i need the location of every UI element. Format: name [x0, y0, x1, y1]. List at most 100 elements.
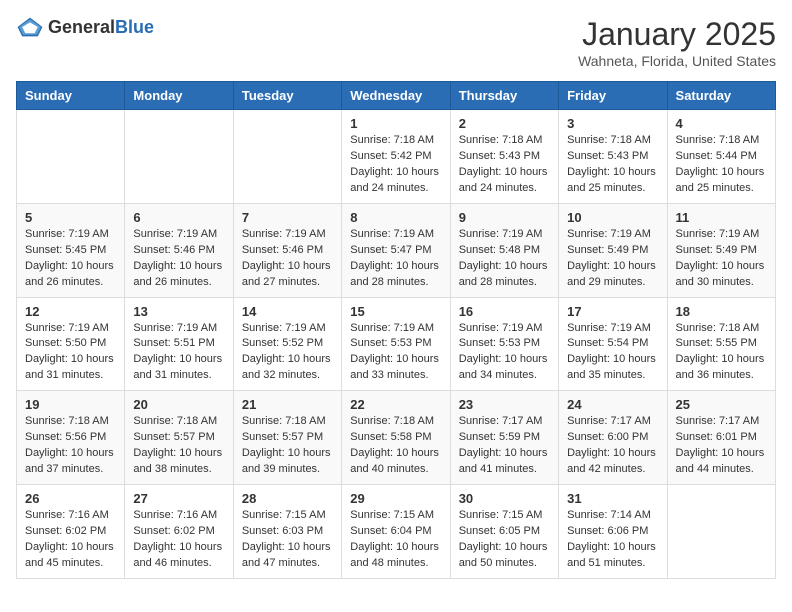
page-header: GeneralBlue January 2025 Wahneta, Florid…	[16, 16, 776, 69]
day-number: 8	[350, 210, 441, 225]
calendar-cell: 5 Sunrise: 7:19 AMSunset: 5:45 PMDaylight…	[17, 203, 125, 297]
calendar-cell	[125, 110, 233, 204]
day-number: 26	[25, 491, 116, 506]
calendar-cell: 10Sunrise: 7:19 AMSunset: 5:49 PMDayligh…	[559, 203, 667, 297]
day-number: 12	[25, 304, 116, 319]
calendar-cell: 22Sunrise: 7:18 AMSunset: 5:58 PMDayligh…	[342, 391, 450, 485]
day-number: 11	[676, 210, 767, 225]
calendar-cell: 23 Sunrise: 7:17 AMSunset: 5:59 PMDayligh…	[450, 391, 558, 485]
calendar-cell: 2Sunrise: 7:18 AMSunset: 5:43 PMDaylight…	[450, 110, 558, 204]
weekday-header: Wednesday	[342, 82, 450, 110]
day-number: 20	[133, 397, 224, 412]
calendar-week-row: 12 Sunrise: 7:19 AMSunset: 5:50 PMDayligh…	[17, 297, 776, 391]
day-info: Sunrise: 7:15 AMSunset: 6:05 PMDaylight:…	[459, 508, 550, 572]
calendar-cell: 31 Sunrise: 7:14 AMSunset: 6:06 PMDayligh…	[559, 485, 667, 579]
day-info: Sunrise: 7:17 AMSunset: 6:01 PMDaylight:…	[676, 414, 767, 478]
weekday-header: Thursday	[450, 82, 558, 110]
day-number: 3	[567, 116, 658, 131]
day-number: 13	[133, 304, 224, 319]
day-info: Sunrise: 7:19 AMSunset: 5:46 PMDaylight:…	[242, 227, 333, 291]
day-info: Sunrise: 7:18 AMSunset: 5:57 PMDaylight:…	[133, 414, 224, 478]
logo-text-blue: Blue	[115, 17, 154, 37]
calendar-cell: 28 Sunrise: 7:15 AMSunset: 6:03 PMDayligh…	[233, 485, 341, 579]
logo-text-general: General	[48, 17, 115, 37]
day-number: 4	[676, 116, 767, 131]
calendar-week-row: 19 Sunrise: 7:18 AMSunset: 5:56 PMDayligh…	[17, 391, 776, 485]
day-info: Sunrise: 7:14 AMSunset: 6:06 PMDaylight:…	[567, 508, 658, 572]
day-info: Sunrise: 7:18 AMSunset: 5:55 PMDaylight:…	[676, 321, 767, 385]
day-number: 15	[350, 304, 441, 319]
day-info: Sunrise: 7:19 AMSunset: 5:51 PMDaylight:…	[133, 321, 224, 385]
calendar-cell	[233, 110, 341, 204]
day-info: Sunrise: 7:18 AMSunset: 5:58 PMDaylight:…	[350, 414, 441, 478]
calendar-cell: 3Sunrise: 7:18 AMSunset: 5:43 PMDaylight…	[559, 110, 667, 204]
day-info: Sunrise: 7:16 AMSunset: 6:02 PMDaylight:…	[25, 508, 116, 572]
day-info: Sunrise: 7:19 AMSunset: 5:45 PMDaylight:…	[25, 227, 116, 291]
calendar-header-row: SundayMondayTuesdayWednesdayThursdayFrid…	[17, 82, 776, 110]
day-info: Sunrise: 7:15 AMSunset: 6:04 PMDaylight:…	[350, 508, 441, 572]
calendar-table: SundayMondayTuesdayWednesdayThursdayFrid…	[16, 81, 776, 579]
day-info: Sunrise: 7:15 AMSunset: 6:03 PMDaylight:…	[242, 508, 333, 572]
calendar-cell: 26 Sunrise: 7:16 AMSunset: 6:02 PMDayligh…	[17, 485, 125, 579]
day-number: 24	[567, 397, 658, 412]
logo: GeneralBlue	[16, 16, 154, 38]
weekday-header: Friday	[559, 82, 667, 110]
title-area: January 2025 Wahneta, Florida, United St…	[578, 16, 776, 69]
day-info: Sunrise: 7:17 AMSunset: 6:00 PMDaylight:…	[567, 414, 658, 478]
calendar-cell: 29 Sunrise: 7:15 AMSunset: 6:04 PMDayligh…	[342, 485, 450, 579]
day-info: Sunrise: 7:18 AMSunset: 5:44 PMDaylight:…	[676, 133, 767, 197]
day-number: 31	[567, 491, 658, 506]
day-number: 19	[25, 397, 116, 412]
day-info: Sunrise: 7:19 AMSunset: 5:52 PMDaylight:…	[242, 321, 333, 385]
day-number: 6	[133, 210, 224, 225]
day-number: 16	[459, 304, 550, 319]
day-number: 17	[567, 304, 658, 319]
day-info: Sunrise: 7:18 AMSunset: 5:43 PMDaylight:…	[459, 133, 550, 197]
calendar-cell: 25 Sunrise: 7:17 AMSunset: 6:01 PMDayligh…	[667, 391, 775, 485]
day-info: Sunrise: 7:19 AMSunset: 5:53 PMDaylight:…	[459, 321, 550, 385]
calendar-cell: 9Sunrise: 7:19 AMSunset: 5:48 PMDaylight…	[450, 203, 558, 297]
calendar-cell: 17 Sunrise: 7:19 AMSunset: 5:54 PMDayligh…	[559, 297, 667, 391]
calendar-cell: 12 Sunrise: 7:19 AMSunset: 5:50 PMDayligh…	[17, 297, 125, 391]
day-number: 28	[242, 491, 333, 506]
calendar-week-row: 26 Sunrise: 7:16 AMSunset: 6:02 PMDayligh…	[17, 485, 776, 579]
day-number: 10	[567, 210, 658, 225]
calendar-cell: 20 Sunrise: 7:18 AMSunset: 5:57 PMDayligh…	[125, 391, 233, 485]
day-number: 23	[459, 397, 550, 412]
calendar-week-row: 5 Sunrise: 7:19 AMSunset: 5:45 PMDaylight…	[17, 203, 776, 297]
day-number: 21	[242, 397, 333, 412]
calendar-cell: 8Sunrise: 7:19 AMSunset: 5:47 PMDaylight…	[342, 203, 450, 297]
calendar-cell: 27Sunrise: 7:16 AMSunset: 6:02 PMDayligh…	[125, 485, 233, 579]
day-number: 14	[242, 304, 333, 319]
day-number: 9	[459, 210, 550, 225]
calendar-cell: 1 Sunrise: 7:18 AMSunset: 5:42 PMDaylight…	[342, 110, 450, 204]
day-info: Sunrise: 7:19 AMSunset: 5:50 PMDaylight:…	[25, 321, 116, 385]
weekday-header: Sunday	[17, 82, 125, 110]
day-info: Sunrise: 7:19 AMSunset: 5:54 PMDaylight:…	[567, 321, 658, 385]
day-number: 18	[676, 304, 767, 319]
calendar-cell: 24 Sunrise: 7:17 AMSunset: 6:00 PMDayligh…	[559, 391, 667, 485]
day-number: 25	[676, 397, 767, 412]
calendar-cell: 11Sunrise: 7:19 AMSunset: 5:49 PMDayligh…	[667, 203, 775, 297]
day-number: 5	[25, 210, 116, 225]
day-number: 1	[350, 116, 441, 131]
calendar-cell: 4 Sunrise: 7:18 AMSunset: 5:44 PMDaylight…	[667, 110, 775, 204]
day-info: Sunrise: 7:18 AMSunset: 5:56 PMDaylight:…	[25, 414, 116, 478]
calendar-cell: 19 Sunrise: 7:18 AMSunset: 5:56 PMDayligh…	[17, 391, 125, 485]
calendar-cell: 7Sunrise: 7:19 AMSunset: 5:46 PMDaylight…	[233, 203, 341, 297]
calendar-cell: 16 Sunrise: 7:19 AMSunset: 5:53 PMDayligh…	[450, 297, 558, 391]
day-info: Sunrise: 7:17 AMSunset: 5:59 PMDaylight:…	[459, 414, 550, 478]
calendar-cell: 6Sunrise: 7:19 AMSunset: 5:46 PMDaylight…	[125, 203, 233, 297]
day-info: Sunrise: 7:19 AMSunset: 5:53 PMDaylight:…	[350, 321, 441, 385]
logo-icon	[16, 16, 44, 38]
day-info: Sunrise: 7:18 AMSunset: 5:42 PMDaylight:…	[350, 133, 441, 197]
weekday-header: Saturday	[667, 82, 775, 110]
calendar-week-row: 1 Sunrise: 7:18 AMSunset: 5:42 PMDaylight…	[17, 110, 776, 204]
day-number: 30	[459, 491, 550, 506]
day-number: 29	[350, 491, 441, 506]
calendar-cell: 18 Sunrise: 7:18 AMSunset: 5:55 PMDayligh…	[667, 297, 775, 391]
calendar-cell	[667, 485, 775, 579]
calendar-cell: 30 Sunrise: 7:15 AMSunset: 6:05 PMDayligh…	[450, 485, 558, 579]
weekday-header: Tuesday	[233, 82, 341, 110]
weekday-header: Monday	[125, 82, 233, 110]
